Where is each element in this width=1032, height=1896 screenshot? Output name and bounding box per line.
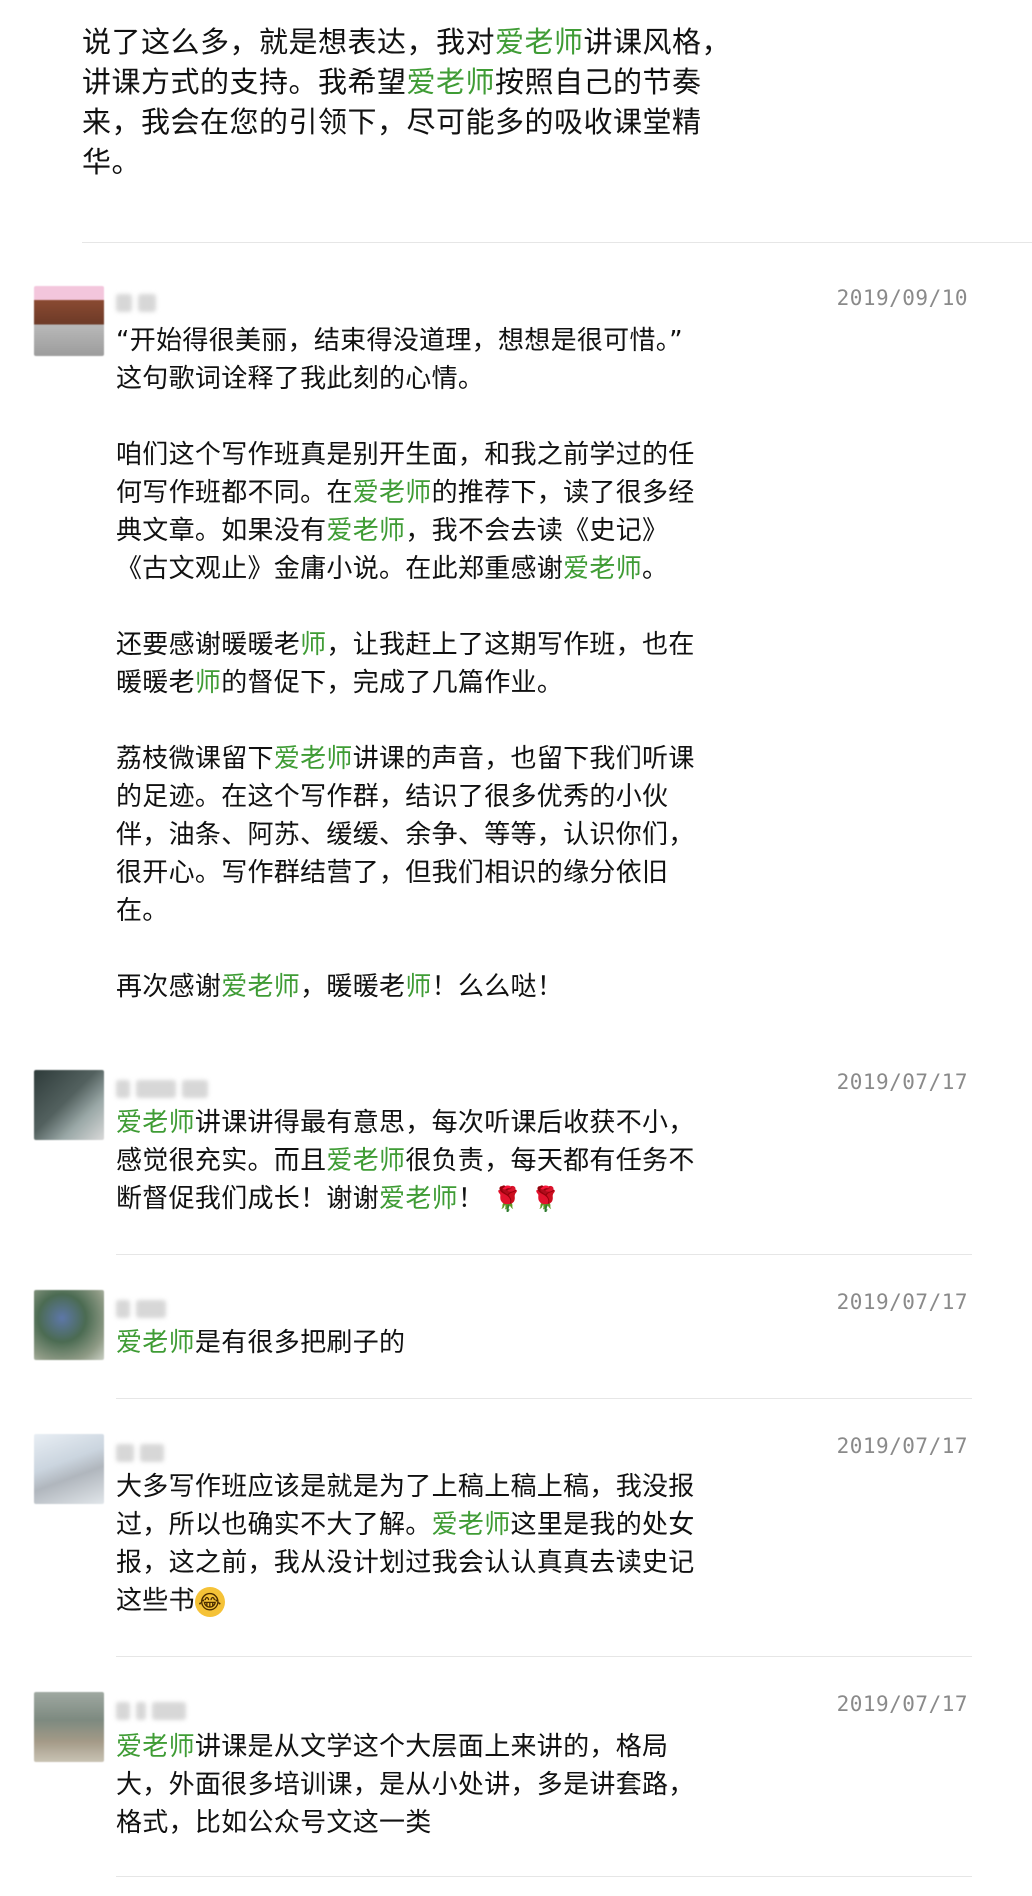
- blurred-username[interactable]: [116, 1440, 164, 1466]
- avatar[interactable]: [34, 1290, 104, 1360]
- comment-date: 2019/07/17: [836, 1692, 968, 1716]
- text-line: 还要感谢暖暖老师，让我赶上了这期写作班，也在: [116, 630, 695, 660]
- comment-text: 爱老师讲课是从文学这个大层面上来讲的，格局 大，外面很多培训课，是从小处讲，多是…: [116, 1728, 716, 1842]
- comment-text: 大多写作班应该是就是为了上稿上稿上稿，我没报 过，所以也确实不大了解。爱老师这里…: [116, 1468, 716, 1620]
- highlight-name: 爱老师: [352, 478, 432, 508]
- text-line: 大多写作班应该是就是为了上稿上稿上稿，我没报: [116, 1472, 695, 1502]
- text-line: 爱老师是有很多把刷子的: [116, 1328, 406, 1358]
- highlight-name: 爱老师: [116, 1732, 195, 1762]
- highlight-name: 爱老师: [379, 1184, 458, 1214]
- rose-icon: 🌹 🌹: [492, 1185, 562, 1213]
- text-line: 爱老师讲课是从文学这个大层面上来讲的，格局: [116, 1732, 669, 1762]
- divider: [116, 1656, 972, 1657]
- text-line: 过，所以也确实不大了解。爱老师这里是我的处女: [116, 1510, 695, 1540]
- text-line: 暖暖老师的督促下，完成了几篇作业。: [116, 668, 564, 698]
- text-line: 《古文观止》金庸小说。在此郑重感谢爱老师。: [116, 554, 669, 584]
- comment-date: 2019/07/17: [836, 1434, 968, 1458]
- text-line: 大，外面很多培训课，是从小处讲，多是讲套路，: [116, 1770, 695, 1800]
- text: 说了这么多，就是想表达，我对: [82, 25, 496, 59]
- divider: [82, 242, 1032, 243]
- comment-date: 2019/09/10: [836, 286, 968, 310]
- text-line: 咱们这个写作班真是别开生面，和我之前学过的任: [116, 440, 695, 470]
- text-line: 典文章。如果没有爱老师，我不会去读《史记》: [116, 516, 669, 546]
- text-line: 这句歌词诠释了我此刻的心情。: [116, 364, 485, 394]
- text-line: 的足迹。在这个写作群，结识了很多优秀的小伙: [116, 782, 669, 812]
- highlight-name: 爱老师: [563, 554, 643, 584]
- highlight-name: 爱老师: [116, 1108, 195, 1138]
- text: 讲课方式的支持。我希望: [82, 65, 407, 99]
- intro-paragraph: 说了这么多，就是想表达，我对爱老师讲课风格， 讲课方式的支持。我希望爱老师按照自…: [82, 22, 782, 182]
- highlight-name: 爱老师: [495, 25, 584, 59]
- blurred-username[interactable]: [116, 1076, 208, 1102]
- avatar[interactable]: [34, 1070, 104, 1140]
- blurred-username[interactable]: [116, 1296, 166, 1322]
- divider: [116, 1398, 972, 1399]
- comment-text: 爱老师是有很多把刷子的: [116, 1324, 716, 1362]
- text-line: 何写作班都不同。在爱老师的推荐下，读了很多经: [116, 478, 695, 508]
- text-line: “开始得很美丽，结束得没道理，想想是很可惜。”: [116, 326, 683, 356]
- text-line: 伴，油条、阿苏、缓缓、余争、等等，认识你们，: [116, 820, 695, 850]
- avatar[interactable]: [34, 1434, 104, 1504]
- text-line: 感觉很充实。而且爱老师很负责，每天都有任务不: [116, 1146, 695, 1176]
- laughing-emoji-icon: 😂: [194, 1586, 225, 1617]
- highlight-name: 爱老师: [431, 1510, 511, 1540]
- comment-text: 爱老师讲课讲得最有意思，每次听课后收获不小， 感觉很充实。而且爱老师很负责，每天…: [116, 1104, 716, 1218]
- text-line: 爱老师讲课讲得最有意思，每次听课后收获不小，: [116, 1108, 695, 1138]
- text-line: 在。: [116, 896, 169, 926]
- highlight-name: 爱老师: [326, 1146, 406, 1176]
- divider: [116, 1876, 972, 1877]
- intro-line: 说了这么多，就是想表达，我对爱老师讲课风格，: [82, 22, 782, 62]
- intro-line: 华。: [82, 145, 142, 179]
- text-line: 再次感谢爱老师，暖暖老师！么么哒！: [116, 972, 564, 1002]
- text: 按照自己的节奏: [495, 65, 702, 99]
- comment-date: 2019/07/17: [836, 1290, 968, 1314]
- comment-text: “开始得很美丽，结束得没道理，想想是很可惜。” 这句歌词诠释了我此刻的心情。 咱…: [116, 322, 716, 1006]
- highlight-name: 爱老师: [326, 516, 406, 546]
- text: 讲课风格，: [583, 25, 732, 59]
- avatar[interactable]: [34, 286, 104, 356]
- blurred-username[interactable]: [116, 290, 156, 316]
- avatar[interactable]: [34, 1692, 104, 1762]
- highlight-name: 爱老师: [273, 744, 353, 774]
- intro-line: 讲课方式的支持。我希望爱老师按照自己的节奏: [82, 62, 782, 102]
- blurred-username[interactable]: [116, 1698, 186, 1724]
- text-line: 断督促我们成长！谢谢爱老师！ 🌹 🌹: [116, 1184, 562, 1214]
- text-line: 荔枝微课留下爱老师讲课的声音，也留下我们听课: [116, 744, 695, 774]
- text-line: 报，这之前，我从没计划过我会认认真真去读史记: [116, 1548, 695, 1578]
- highlight-name: 师: [405, 972, 432, 1002]
- divider: [116, 1254, 972, 1255]
- text-line: 格式，比如公众号文这一类: [116, 1808, 432, 1838]
- intro-line: 来，我会在您的引领下，尽可能多的吸收课堂精: [82, 105, 702, 139]
- highlight-name: 爱老师: [406, 65, 496, 99]
- highlight-name: 爱老师: [221, 972, 301, 1002]
- comment-date: 2019/07/17: [836, 1070, 968, 1094]
- highlight-name: 师: [300, 630, 327, 660]
- highlight-name: 爱老师: [116, 1328, 195, 1358]
- text-line: 很开心。写作群结营了，但我们相识的缘分依旧: [116, 858, 669, 888]
- text-line: 这些书 😂: [116, 1582, 716, 1620]
- highlight-name: 师: [194, 668, 222, 698]
